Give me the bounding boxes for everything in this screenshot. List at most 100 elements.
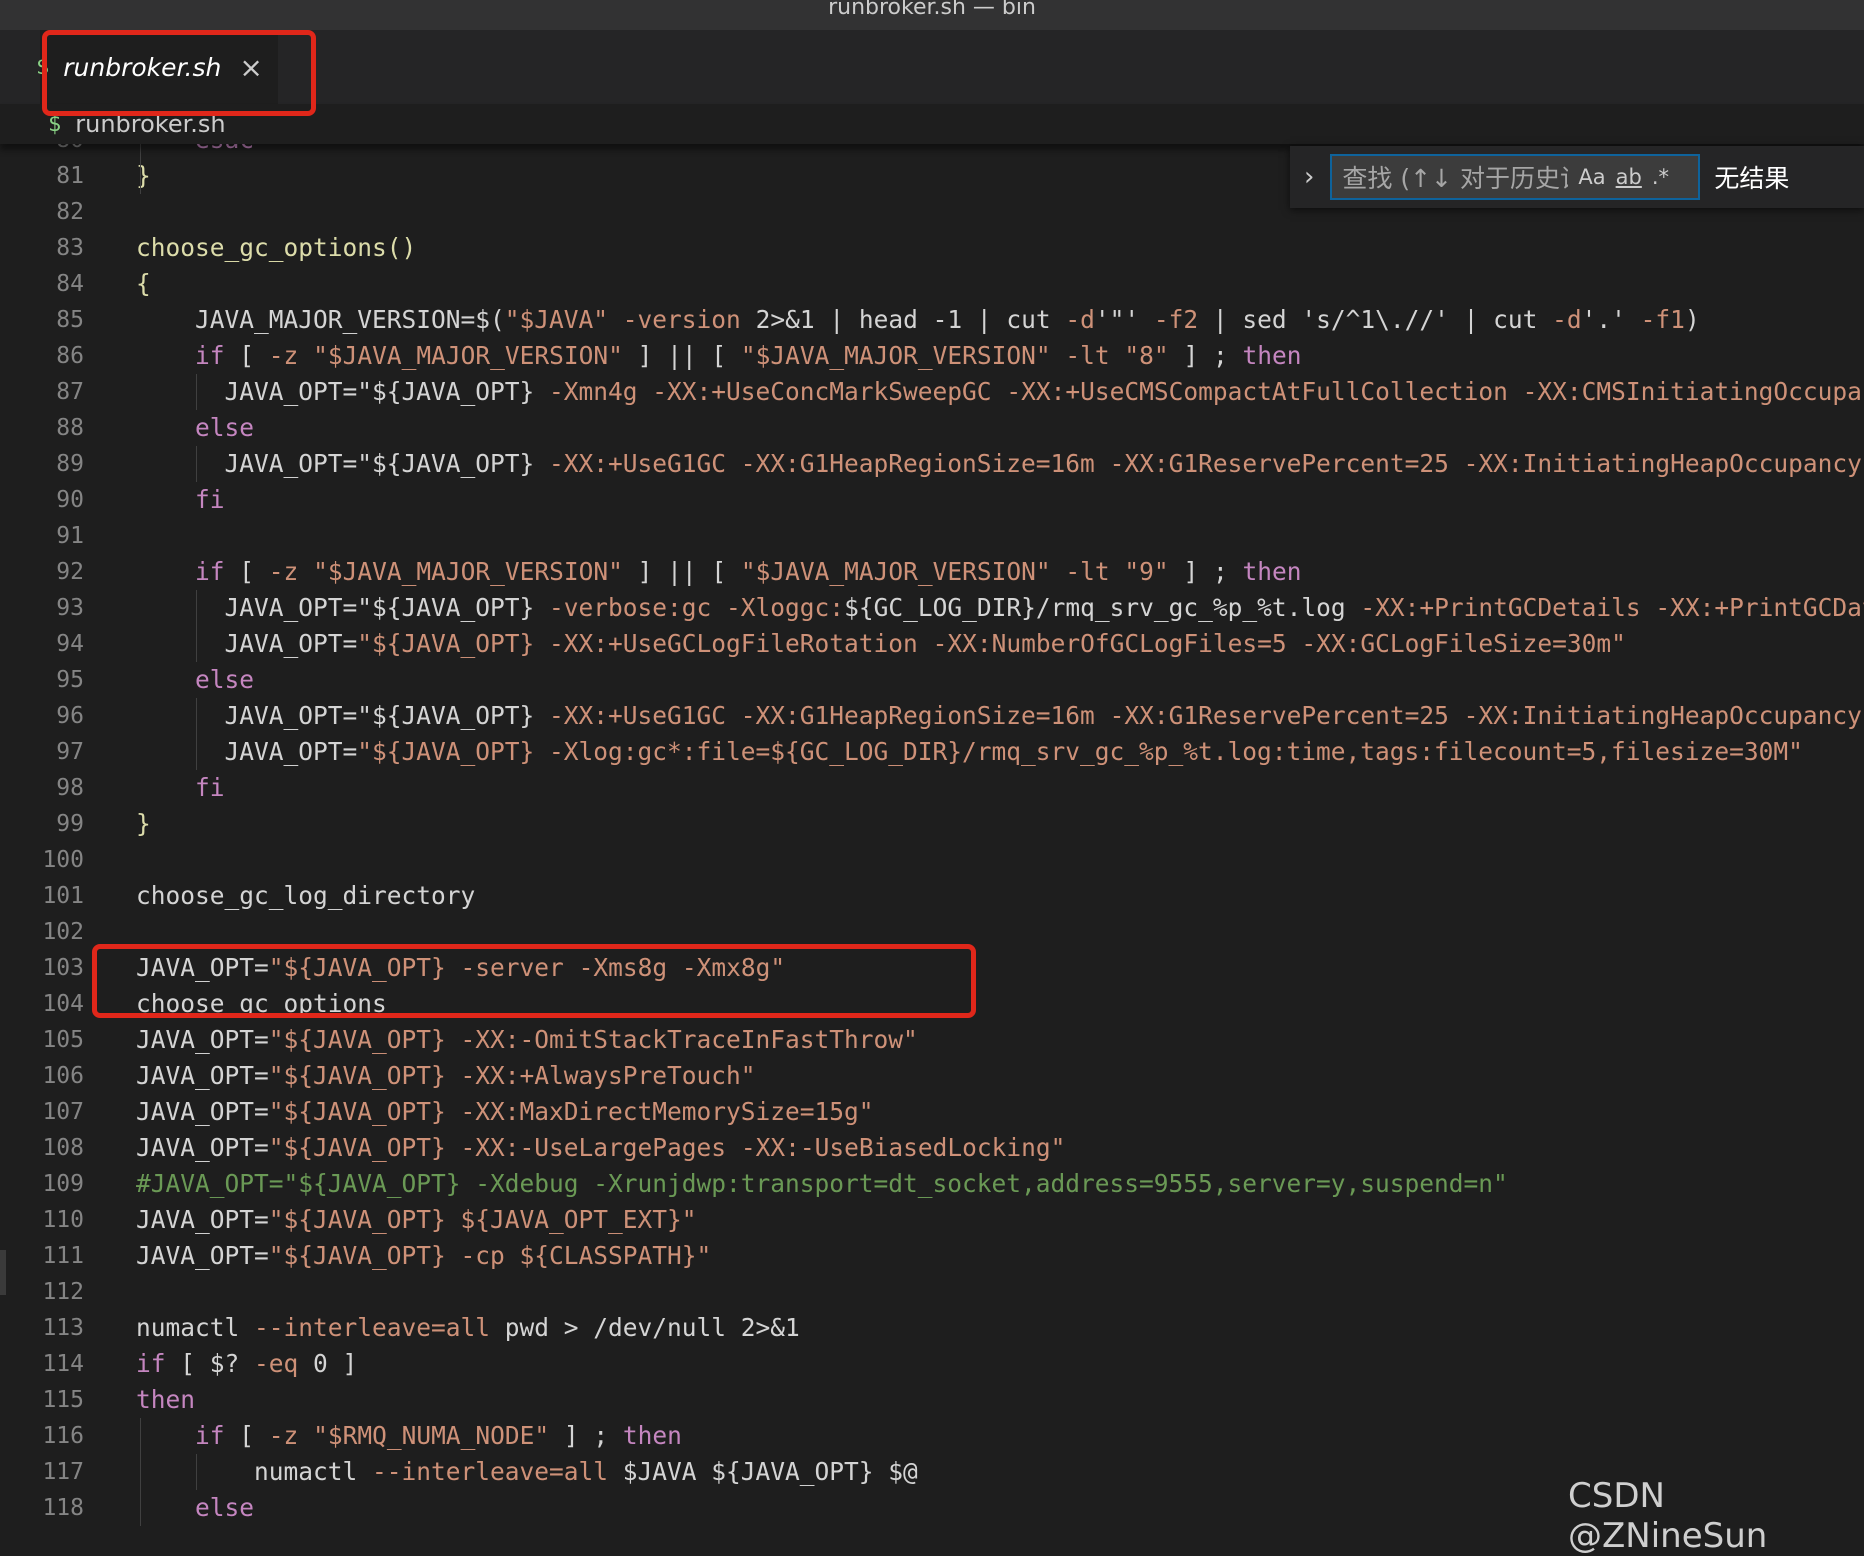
line-number: 104 xyxy=(42,991,84,1017)
code-text: { xyxy=(136,269,151,298)
find-input[interactable]: 查找 (↑↓ 对于历史记录) Aa ab .* xyxy=(1330,154,1701,200)
line-number: 106 xyxy=(42,1063,84,1089)
line-number: 107 xyxy=(42,1099,84,1125)
code-text: JAVA_OPT="${JAVA_OPT} -XX:-UseLargePages… xyxy=(136,1133,1066,1162)
code-text: JAVA_OPT="${JAVA_OPT} -cp ${CLASSPATH}" xyxy=(136,1241,712,1270)
code-text: JAVA_OPT="${JAVA_OPT} -verbose:gc -Xlogg… xyxy=(136,593,1864,622)
code-text: #JAVA_OPT="${JAVA_OPT} -Xdebug -Xrunjdwp… xyxy=(136,1169,1508,1198)
code-text: JAVA_MAJOR_VERSION=$("$JAVA" -version 2>… xyxy=(136,305,1700,334)
watermark: CSDN @ZNineSun xyxy=(1568,1476,1768,1556)
line-number: 112 xyxy=(42,1279,84,1305)
code-text: JAVA_OPT="${JAVA_OPT} -XX:+UseGCLogFileR… xyxy=(136,629,1626,658)
code-line[interactable]: 91 xyxy=(0,518,1864,554)
code-line[interactable]: 85 JAVA_MAJOR_VERSION=$("$JAVA" -version… xyxy=(0,302,1864,338)
code-line[interactable]: 83 choose_gc_options() xyxy=(0,230,1864,266)
code-line[interactable]: 109 #JAVA_OPT="${JAVA_OPT} -Xdebug -Xrunj… xyxy=(0,1166,1864,1202)
code-text: JAVA_OPT="${JAVA_OPT} -Xlog:gc*:file=${G… xyxy=(136,737,1803,766)
code-line[interactable]: 98 fi xyxy=(0,770,1864,806)
line-number: 118 xyxy=(42,1495,84,1521)
line-number: 83 xyxy=(56,235,84,261)
code-line[interactable]: 88 else xyxy=(0,410,1864,446)
code-line[interactable]: 86 if [ -z "$JAVA_MAJOR_VERSION" ] || [ … xyxy=(0,338,1864,374)
line-number: 100 xyxy=(42,847,84,873)
line-number: 114 xyxy=(42,1351,84,1377)
code-text: else xyxy=(195,1493,255,1522)
code-line[interactable]: 97 JAVA_OPT="${JAVA_OPT} -Xlog:gc*:file=… xyxy=(0,734,1864,770)
code-line[interactable]: 116 if [ -z "$RMQ_NUMA_NODE" ] ; then xyxy=(0,1418,1864,1454)
chevron-right-icon[interactable]: › xyxy=(1304,162,1314,192)
code-line[interactable]: 114 if [ $? -eq 0 ] xyxy=(0,1346,1864,1382)
indent-guide xyxy=(196,1454,197,1490)
code-line[interactable]: 95 else xyxy=(0,662,1864,698)
code-text: fi xyxy=(195,485,225,514)
line-number: 93 xyxy=(56,595,84,621)
code-line[interactable]: 100 xyxy=(0,842,1864,878)
code-line[interactable]: 112 xyxy=(0,1274,1864,1310)
line-number: 103 xyxy=(42,955,84,981)
code-text: fi xyxy=(195,773,225,802)
line-number: 101 xyxy=(42,883,84,909)
find-placeholder: 查找 (↑↓ 对于历史记录) xyxy=(1342,164,1568,193)
indent-guide xyxy=(196,590,197,662)
line-number: 84 xyxy=(56,271,84,297)
code-line[interactable]: 84 { xyxy=(0,266,1864,302)
indent-guide xyxy=(196,374,197,410)
code-text: } xyxy=(136,809,151,838)
code-text: } xyxy=(136,161,151,190)
whole-word-toggle[interactable]: ab xyxy=(1616,165,1642,189)
line-number: 96 xyxy=(56,703,84,729)
code-line[interactable]: 90 fi xyxy=(0,482,1864,518)
code-line[interactable]: 87 JAVA_OPT="${JAVA_OPT} -Xmn4g -XX:+Use… xyxy=(0,374,1864,410)
code-text: if [ -z "$JAVA_MAJOR_VERSION" ] || [ "$J… xyxy=(195,557,1302,586)
line-number: 81 xyxy=(56,163,84,189)
code-text: numactl --interleave=all pwd > /dev/null… xyxy=(136,1313,800,1342)
line-number: 98 xyxy=(56,775,84,801)
code-text: numactl --interleave=all $JAVA ${JAVA_OP… xyxy=(136,1457,918,1486)
code-line[interactable]: 111 JAVA_OPT="${JAVA_OPT} -cp ${CLASSPATH… xyxy=(0,1238,1864,1274)
match-case-toggle[interactable]: Aa xyxy=(1578,165,1605,189)
code-text: if [ -z "$JAVA_MAJOR_VERSION" ] || [ "$J… xyxy=(195,341,1302,370)
indent-guide xyxy=(140,1418,141,1526)
code-line[interactable]: 99} xyxy=(0,806,1864,842)
code-text: choose_gc_log_directory xyxy=(136,881,476,910)
tab-highlight-box xyxy=(42,30,316,116)
line-number: 116 xyxy=(42,1423,84,1449)
code-line[interactable]: 105 JAVA_OPT="${JAVA_OPT} -XX:-OmitStackT… xyxy=(0,1022,1864,1058)
line-number: 110 xyxy=(42,1207,84,1233)
line-highlight-box xyxy=(92,944,976,1018)
code-line[interactable]: 94 JAVA_OPT="${JAVA_OPT} -XX:+UseGCLogFi… xyxy=(0,626,1864,662)
code-text: then xyxy=(136,1385,196,1414)
code-editor[interactable]: 80 esac81}8283choose_gc_options()84{85 J… xyxy=(0,134,1864,1532)
code-line[interactable]: 96 JAVA_OPT="${JAVA_OPT} -XX:+UseG1GC -X… xyxy=(0,698,1864,734)
code-line[interactable]: 89 JAVA_OPT="${JAVA_OPT} -XX:+UseG1GC -X… xyxy=(0,446,1864,482)
line-number: 95 xyxy=(56,667,84,693)
code-line[interactable]: 93 JAVA_OPT="${JAVA_OPT} -verbose:gc -Xl… xyxy=(0,590,1864,626)
regex-toggle[interactable]: .* xyxy=(1652,165,1669,189)
scrollbar-marker[interactable] xyxy=(0,1250,6,1295)
code-line[interactable]: 107 JAVA_OPT="${JAVA_OPT} -XX:MaxDirectMe… xyxy=(0,1094,1864,1130)
code-text: JAVA_OPT="${JAVA_OPT} -XX:-OmitStackTrac… xyxy=(136,1025,918,1054)
code-line[interactable]: 106 JAVA_OPT="${JAVA_OPT} -XX:+AlwaysPreT… xyxy=(0,1058,1864,1094)
line-number: 85 xyxy=(56,307,84,333)
line-number: 90 xyxy=(56,487,84,513)
line-number: 91 xyxy=(56,523,84,549)
line-number: 115 xyxy=(42,1387,84,1413)
line-number: 117 xyxy=(42,1459,84,1485)
code-line[interactable]: 108 JAVA_OPT="${JAVA_OPT} -XX:-UseLargePa… xyxy=(0,1130,1864,1166)
code-text: JAVA_OPT="${JAVA_OPT} -XX:+UseG1GC -XX:G… xyxy=(136,449,1864,478)
line-number: 89 xyxy=(56,451,84,477)
line-number: 102 xyxy=(42,919,84,945)
code-text: choose_gc_options() xyxy=(136,233,417,262)
code-line[interactable]: 92 if [ -z "$JAVA_MAJOR_VERSION" ] || [ … xyxy=(0,554,1864,590)
code-line[interactable]: 115 then xyxy=(0,1382,1864,1418)
line-number: 99 xyxy=(56,811,84,837)
line-number: 82 xyxy=(56,199,84,225)
line-number: 94 xyxy=(56,631,84,657)
code-line[interactable]: 110 JAVA_OPT="${JAVA_OPT} ${JAVA_OPT_EXT}… xyxy=(0,1202,1864,1238)
code-line[interactable]: 101 choose_gc_log_directory xyxy=(0,878,1864,914)
find-widget: › 查找 (↑↓ 对于历史记录) Aa ab .* 无结果 xyxy=(1290,146,1864,208)
code-line[interactable]: 113 numactl --interleave=all pwd > /dev/n… xyxy=(0,1310,1864,1346)
line-number: 97 xyxy=(56,739,84,765)
code-text: JAVA_OPT="${JAVA_OPT} -Xmn4g -XX:+UseCon… xyxy=(136,377,1864,406)
line-number: 109 xyxy=(42,1171,84,1197)
